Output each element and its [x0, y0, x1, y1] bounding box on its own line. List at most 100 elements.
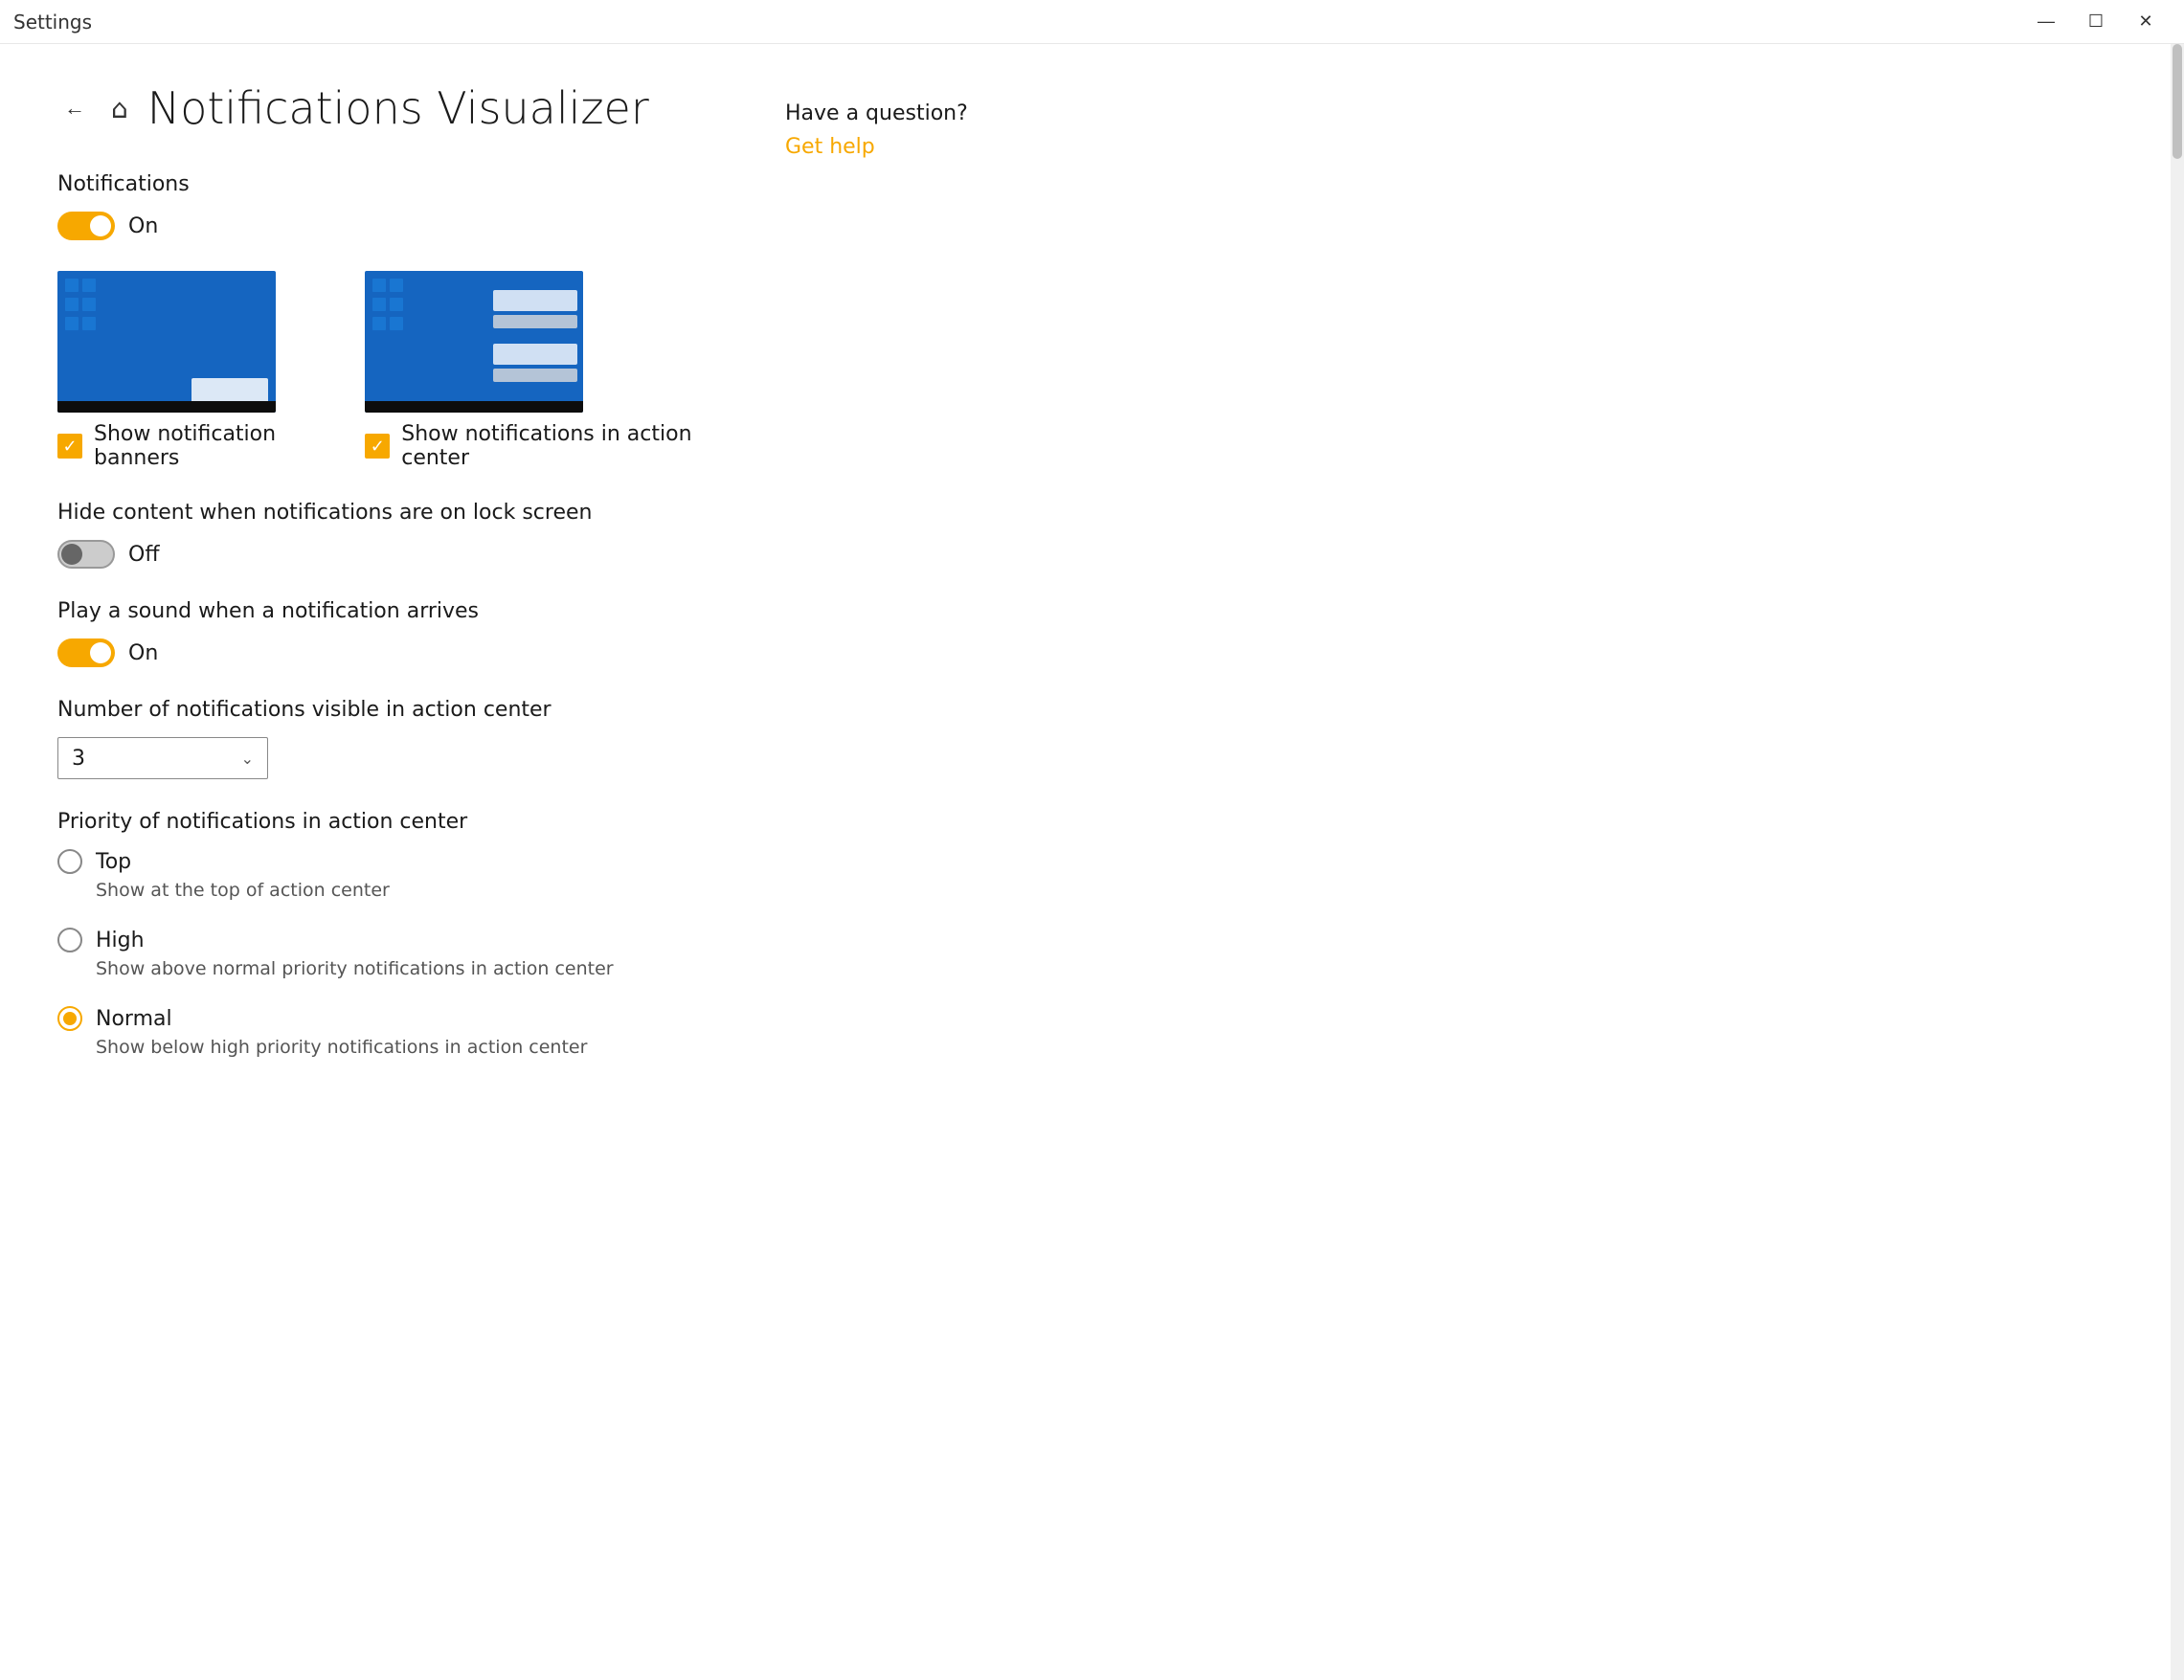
- icon-row-3: [372, 317, 403, 330]
- notifications-toggle-row: On: [57, 212, 728, 240]
- priority-normal-option: Normal Show below high priority notifica…: [57, 1006, 728, 1058]
- desktop-icon: [390, 298, 403, 311]
- scrollbar-track[interactable]: [2171, 44, 2184, 1680]
- desktop-icons-ac: [372, 279, 403, 330]
- titlebar: Settings — ☐ ✕: [0, 0, 2184, 44]
- minimize-button[interactable]: —: [2021, 0, 2071, 44]
- lock-screen-section: Hide content when notifications are on l…: [57, 501, 728, 569]
- action-center-checkbox-label: Show notifications in action center: [401, 422, 728, 470]
- main-content: ← ⌂ Notifications Visualizer Notificatio…: [0, 44, 2184, 1680]
- scrollbar-thumb[interactable]: [2173, 44, 2182, 159]
- taskbar-preview: [57, 401, 276, 413]
- desktop-icon: [65, 298, 79, 311]
- checkmark-icon: ✓: [62, 437, 77, 457]
- ac-notif-2: [493, 344, 577, 365]
- dropdown-value: 3: [72, 747, 85, 771]
- priority-top-label: Top: [96, 850, 131, 874]
- desktop-icon: [65, 317, 79, 330]
- notifications-toggle-label: On: [128, 214, 158, 238]
- priority-top-radio[interactable]: [57, 849, 82, 874]
- page-title: Notifications Visualizer: [147, 82, 649, 134]
- notifications-toggle-thumb: [90, 215, 111, 236]
- priority-top-row: Top: [57, 849, 728, 874]
- preview-row: ✓ Show notification banners: [57, 271, 728, 470]
- sound-toggle-thumb: [90, 642, 111, 663]
- ac-spacer: [493, 332, 577, 340]
- desktop-icon: [390, 317, 403, 330]
- titlebar-title: Settings: [13, 11, 92, 34]
- checkmark-icon: ✓: [371, 437, 385, 457]
- sound-toggle[interactable]: [57, 638, 115, 667]
- icon-row-2: [372, 298, 403, 311]
- action-center-preview-card: ✓ Show notifications in action center: [365, 271, 728, 470]
- notifications-label: Notifications: [57, 172, 728, 196]
- desktop-icon: [372, 317, 386, 330]
- notifications-toggle[interactable]: [57, 212, 115, 240]
- home-icon: ⌂: [111, 93, 128, 124]
- desktop-icon: [65, 279, 79, 292]
- sound-label: Play a sound when a notification arrives: [57, 599, 728, 623]
- priority-high-option: High Show above normal priority notifica…: [57, 928, 728, 979]
- lock-screen-toggle-thumb: [61, 544, 82, 565]
- desktop-icons-left: [65, 279, 96, 330]
- titlebar-left: Settings: [13, 11, 92, 34]
- priority-high-row: High: [57, 928, 728, 952]
- desktop-icon: [82, 279, 96, 292]
- get-help-link[interactable]: Get help: [785, 135, 875, 159]
- action-center-preview-image: [365, 271, 583, 413]
- priority-label: Priority of notifications in action cent…: [57, 810, 728, 834]
- banner-checkbox[interactable]: ✓: [57, 434, 82, 459]
- desktop-icon: [372, 298, 386, 311]
- action-center-checkbox-row: ✓ Show notifications in action center: [365, 422, 728, 470]
- banner-checkbox-row: ✓ Show notification banners: [57, 422, 338, 470]
- visible-count-label: Number of notifications visible in actio…: [57, 698, 728, 722]
- visible-count-section: Number of notifications visible in actio…: [57, 698, 728, 779]
- priority-high-label: High: [96, 929, 145, 952]
- lock-screen-toggle-row: Off: [57, 540, 728, 569]
- action-center-checkbox[interactable]: ✓: [365, 434, 390, 459]
- ac-notif-1: [493, 290, 577, 311]
- lock-screen-label: Hide content when notifications are on l…: [57, 501, 728, 525]
- sidebar-question: Have a question?: [785, 101, 1149, 125]
- priority-normal-desc: Show below high priority notifications i…: [96, 1037, 728, 1058]
- sound-toggle-row: On: [57, 638, 728, 667]
- sidebar: Have a question? Get help: [785, 82, 1149, 1642]
- priority-high-desc: Show above normal priority notifications…: [96, 958, 728, 979]
- priority-section: Priority of notifications in action cent…: [57, 810, 728, 1058]
- desktop-icon: [372, 279, 386, 292]
- back-arrow-icon: ←: [64, 96, 85, 121]
- ac-notif-sm-1: [493, 315, 577, 328]
- content-area: ← ⌂ Notifications Visualizer Notificatio…: [57, 82, 728, 1642]
- banner-checkbox-label: Show notification banners: [94, 422, 338, 470]
- priority-high-radio[interactable]: [57, 928, 82, 952]
- desktop-icon: [390, 279, 403, 292]
- sound-section: Play a sound when a notification arrives…: [57, 599, 728, 667]
- desktop-icon: [82, 298, 96, 311]
- priority-top-desc: Show at the top of action center: [96, 880, 728, 901]
- back-button[interactable]: ←: [57, 91, 92, 125]
- titlebar-controls: — ☐ ✕: [2021, 0, 2171, 44]
- priority-top-option: Top Show at the top of action center: [57, 849, 728, 901]
- close-button[interactable]: ✕: [2121, 0, 2171, 44]
- notification-banner-preview: [191, 378, 268, 403]
- lock-screen-toggle-label: Off: [128, 543, 159, 567]
- notifications-section: Notifications On: [57, 172, 728, 240]
- desktop-icon: [82, 317, 96, 330]
- maximize-button[interactable]: ☐: [2071, 0, 2121, 44]
- icon-row-1: [372, 279, 403, 292]
- icon-row-3: [65, 317, 96, 330]
- visible-count-dropdown[interactable]: 3 ⌄: [57, 737, 268, 779]
- sound-toggle-label: On: [128, 641, 158, 665]
- action-center-notifs: [493, 290, 577, 382]
- page-header: ← ⌂ Notifications Visualizer: [57, 82, 728, 134]
- priority-normal-row: Normal: [57, 1006, 728, 1031]
- priority-normal-label: Normal: [96, 1007, 172, 1031]
- icon-row-1: [65, 279, 96, 292]
- banner-preview-image: [57, 271, 276, 413]
- taskbar-preview-ac: [365, 401, 583, 413]
- priority-radio-group: Top Show at the top of action center Hig…: [57, 849, 728, 1058]
- lock-screen-toggle[interactable]: [57, 540, 115, 569]
- banner-preview-card: ✓ Show notification banners: [57, 271, 338, 470]
- ac-notif-sm-2: [493, 369, 577, 382]
- priority-normal-radio[interactable]: [57, 1006, 82, 1031]
